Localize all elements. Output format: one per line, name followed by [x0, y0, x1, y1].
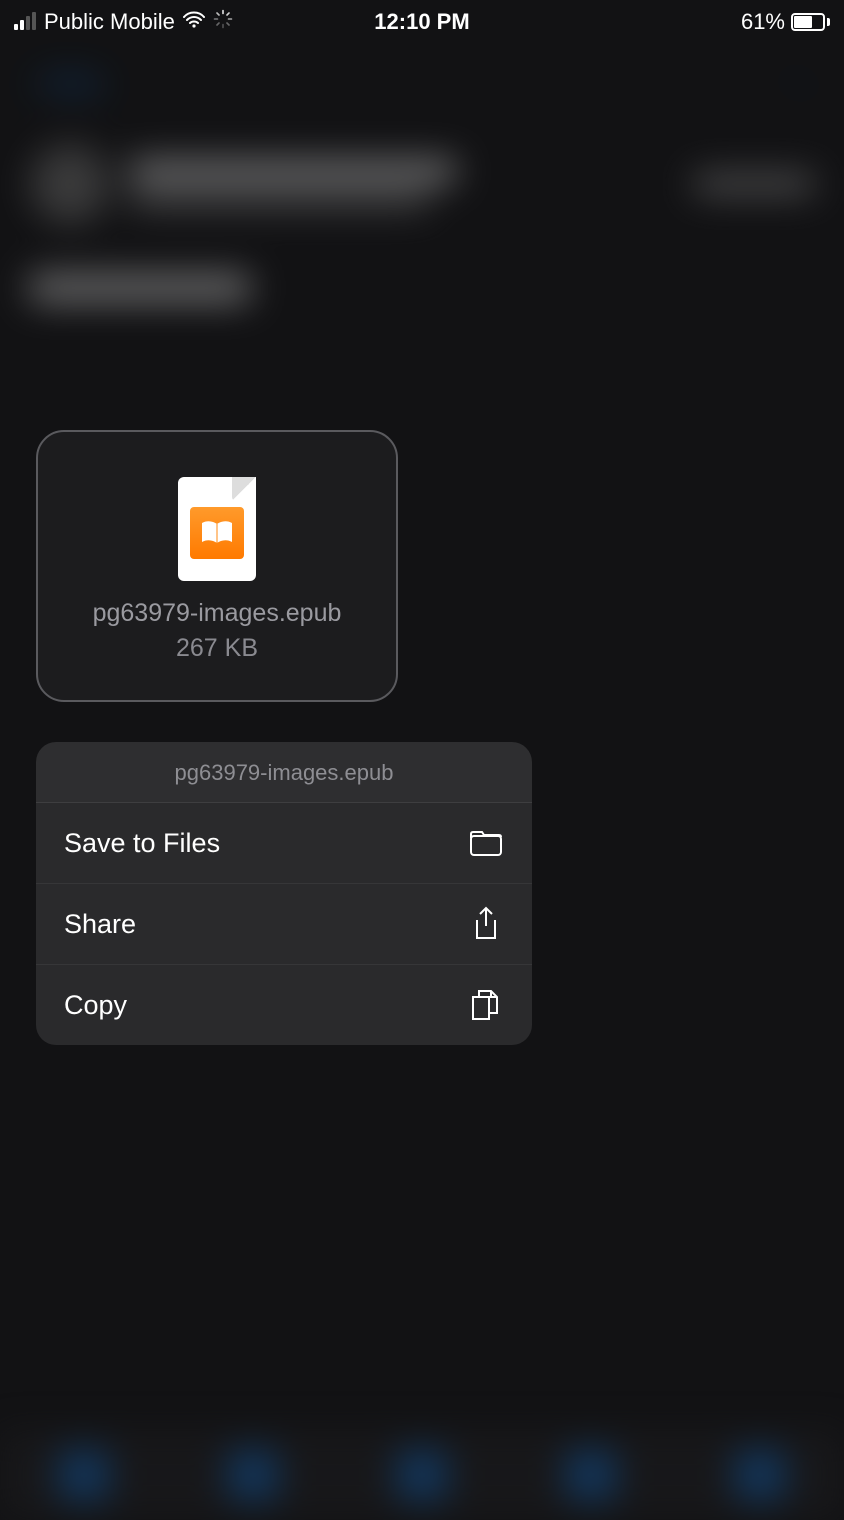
file-size-label: 267 KB — [176, 634, 258, 663]
menu-item-label: Save to Files — [64, 828, 220, 859]
status-right: 61% — [741, 9, 830, 35]
share-item[interactable]: Share — [36, 884, 532, 965]
loading-spinner-icon — [213, 9, 233, 35]
wifi-icon — [183, 9, 205, 35]
file-preview-card[interactable]: pg63979-images.epub 267 KB — [36, 430, 398, 702]
folder-icon — [468, 825, 504, 861]
file-name-label: pg63979-images.epub — [93, 599, 342, 628]
status-bar: Public Mobile 12:10 PM 61% — [0, 0, 844, 44]
copy-icon — [468, 987, 504, 1023]
menu-item-label: Copy — [64, 990, 127, 1021]
save-to-files-item[interactable]: Save to Files — [36, 803, 532, 884]
menu-item-label: Share — [64, 909, 136, 940]
status-time: 12:10 PM — [374, 9, 469, 35]
epub-file-icon — [178, 477, 256, 581]
context-menu-title: pg63979-images.epub — [36, 742, 532, 803]
book-icon — [200, 520, 234, 546]
battery-percent: 61% — [741, 9, 785, 35]
copy-item[interactable]: Copy — [36, 965, 532, 1045]
context-menu: pg63979-images.epub Save to Files Share … — [36, 742, 532, 1045]
signal-bars-icon — [14, 14, 36, 30]
status-left: Public Mobile — [14, 9, 233, 35]
battery-icon — [791, 13, 830, 31]
carrier-label: Public Mobile — [44, 9, 175, 35]
share-icon — [468, 906, 504, 942]
